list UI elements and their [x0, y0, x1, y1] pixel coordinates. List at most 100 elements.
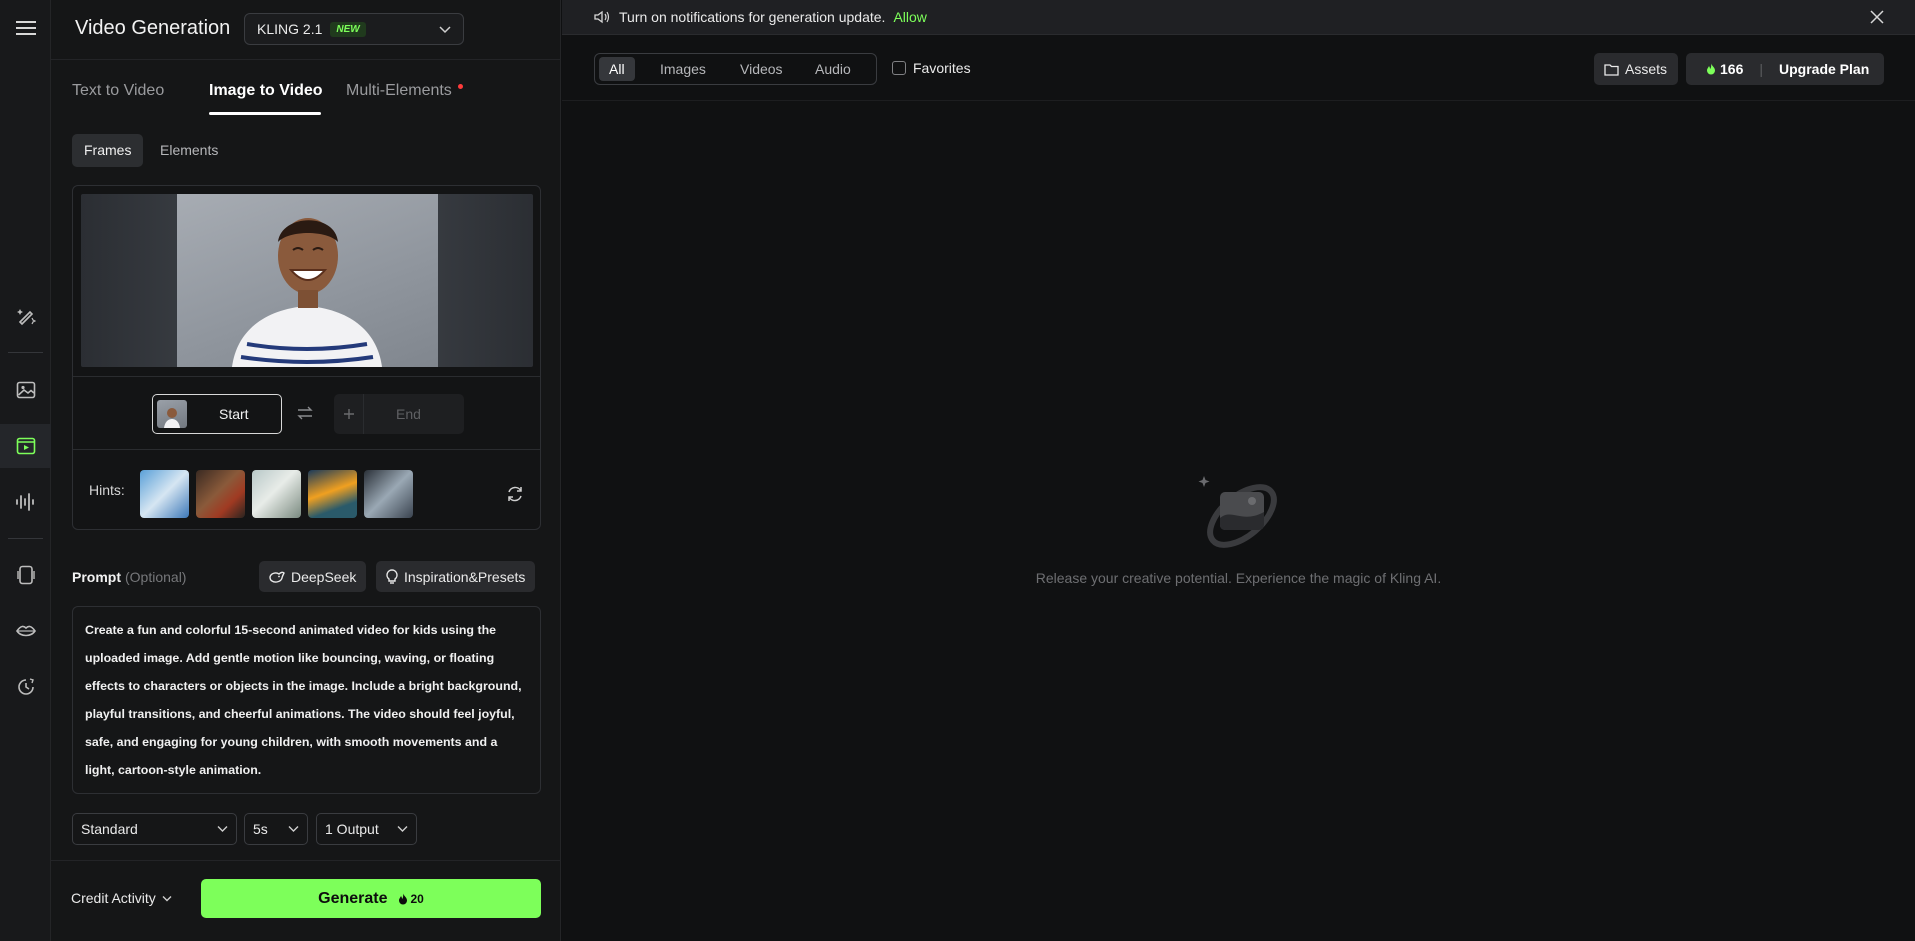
library-toolbar: All Images Videos Audio Favorites Assets… — [562, 36, 1915, 101]
presets-label: Inspiration&Presets — [404, 568, 526, 585]
credits-separator: | — [1759, 61, 1763, 77]
history-icon[interactable] — [0, 665, 51, 709]
image-icon[interactable] — [0, 368, 51, 412]
notification-text: Turn on notifications for generation upd… — [619, 9, 927, 25]
prompt-optional: (Optional) — [125, 569, 187, 585]
refresh-icon[interactable] — [506, 485, 524, 503]
credits-upgrade-button[interactable]: 166 | Upgrade Plan — [1686, 53, 1884, 85]
lips-icon[interactable] — [0, 609, 51, 653]
plus-icon — [334, 394, 364, 434]
flame-icon — [1707, 63, 1715, 75]
main-area: Turn on notifications for generation upd… — [562, 0, 1915, 941]
deepseek-button[interactable]: DeepSeek — [259, 561, 367, 592]
generate-label: Generate — [318, 889, 388, 907]
generate-cost: 20 — [398, 892, 424, 906]
tab-multi-elements[interactable]: Multi-Elements — [346, 82, 452, 100]
notification-dot — [458, 84, 463, 89]
tab-text-to-video[interactable]: Text to Video — [72, 82, 164, 100]
hint-thumbnail[interactable] — [364, 470, 413, 518]
folder-icon — [1604, 63, 1619, 76]
filter-images[interactable]: Images — [650, 57, 716, 81]
video-icon[interactable] — [0, 424, 51, 468]
mode-select[interactable]: Standard — [72, 813, 237, 845]
end-frame-button[interactable]: End — [334, 394, 464, 434]
favorites-toggle[interactable]: Favorites — [892, 60, 971, 76]
phone-icon[interactable] — [0, 553, 51, 597]
icon-rail — [0, 0, 51, 941]
credit-activity-dropdown[interactable]: Credit Activity — [71, 890, 172, 906]
filter-tabs: All Images Videos Audio — [594, 53, 877, 85]
hint-thumbnail[interactable] — [308, 470, 357, 518]
favorites-label: Favorites — [913, 60, 971, 76]
close-icon[interactable] — [1870, 10, 1884, 24]
chevron-down-icon — [162, 895, 172, 901]
assets-label: Assets — [1625, 61, 1668, 77]
inspiration-presets-button[interactable]: Inspiration&Presets — [376, 561, 536, 592]
credits-balance: 166 — [1706, 61, 1743, 77]
hint-thumbnail[interactable] — [196, 470, 245, 518]
panel-header: Video Generation KLING 2.1 NEW — [51, 0, 561, 60]
frame-controls: Start End — [73, 376, 540, 450]
panel-footer: Credit Activity Generate 20 — [51, 860, 561, 941]
hints-row: Hints: — [73, 450, 540, 530]
credit-activity-label: Credit Activity — [71, 890, 156, 906]
sparkle-pen-icon[interactable] — [0, 294, 51, 338]
hints-label: Hints: — [89, 482, 125, 498]
whale-icon — [269, 571, 285, 583]
generation-panel: Video Generation KLING 2.1 NEW Text to V… — [51, 0, 561, 941]
filter-all[interactable]: All — [599, 57, 635, 81]
empty-state-text: Release your creative potential. Experie… — [1035, 570, 1442, 586]
start-frame-thumbnail — [157, 400, 187, 428]
model-name: KLING 2.1 — [257, 21, 323, 37]
upgrade-plan-label: Upgrade Plan — [1779, 61, 1870, 77]
filter-videos[interactable]: Videos — [730, 57, 793, 81]
hint-thumbnail[interactable] — [140, 470, 189, 518]
notification-message: Turn on notifications for generation upd… — [619, 9, 886, 25]
filter-audio[interactable]: Audio — [805, 57, 861, 81]
active-tab-indicator — [209, 112, 321, 115]
assets-button[interactable]: Assets — [1594, 53, 1678, 85]
start-label: Start — [219, 406, 249, 422]
bulb-icon — [386, 569, 398, 584]
panel-title: Video Generation — [75, 17, 231, 39]
rail-divider-2 — [8, 538, 43, 539]
end-label: End — [396, 406, 421, 422]
audio-wave-icon[interactable] — [0, 480, 51, 524]
start-frame-button[interactable]: Start — [152, 394, 282, 434]
prompt-label: Prompt (Optional) — [72, 569, 186, 585]
model-select[interactable]: KLING 2.1 NEW — [244, 13, 464, 45]
subtab-frames[interactable]: Frames — [72, 134, 144, 167]
prompt-text: Create a fun and colorful 15-second anim… — [85, 623, 522, 777]
chevron-down-icon — [217, 826, 228, 832]
duration-select[interactable]: 5s — [244, 813, 308, 845]
image-preview[interactable] — [81, 194, 533, 367]
uploaded-image — [177, 194, 438, 367]
mode-value: Standard — [81, 821, 138, 837]
outputs-select[interactable]: 1 Output — [316, 813, 417, 845]
generate-button[interactable]: Generate 20 — [201, 879, 541, 918]
frame-box: Start End Hints: — [72, 185, 541, 530]
subtab-elements[interactable]: Elements — [148, 134, 230, 167]
empty-gallery-icon — [1198, 476, 1277, 548]
chevron-down-icon — [439, 26, 451, 34]
allow-link[interactable]: Allow — [893, 9, 926, 25]
duration-value: 5s — [253, 821, 268, 837]
prompt-textarea[interactable]: Create a fun and colorful 15-second anim… — [72, 606, 541, 794]
tab-image-to-video[interactable]: Image to Video — [209, 82, 323, 100]
generate-cost-value: 20 — [410, 891, 424, 906]
flame-icon — [398, 893, 407, 904]
chevron-down-icon — [397, 826, 408, 832]
deepseek-label: DeepSeek — [291, 568, 357, 585]
chevron-down-icon — [288, 826, 299, 832]
outputs-value: 1 Output — [325, 821, 379, 837]
new-badge: NEW — [330, 21, 366, 37]
speaker-icon — [594, 10, 610, 24]
app-root: Video Generation KLING 2.1 NEW Text to V… — [0, 0, 1915, 941]
prompt-title: Prompt — [72, 569, 121, 585]
rail-divider — [8, 352, 43, 353]
swap-icon[interactable] — [296, 405, 314, 421]
hint-thumbnail[interactable] — [252, 470, 301, 518]
favorites-checkbox[interactable] — [892, 61, 906, 75]
menu-icon[interactable] — [0, 6, 51, 50]
credits-value: 166 — [1720, 61, 1744, 77]
